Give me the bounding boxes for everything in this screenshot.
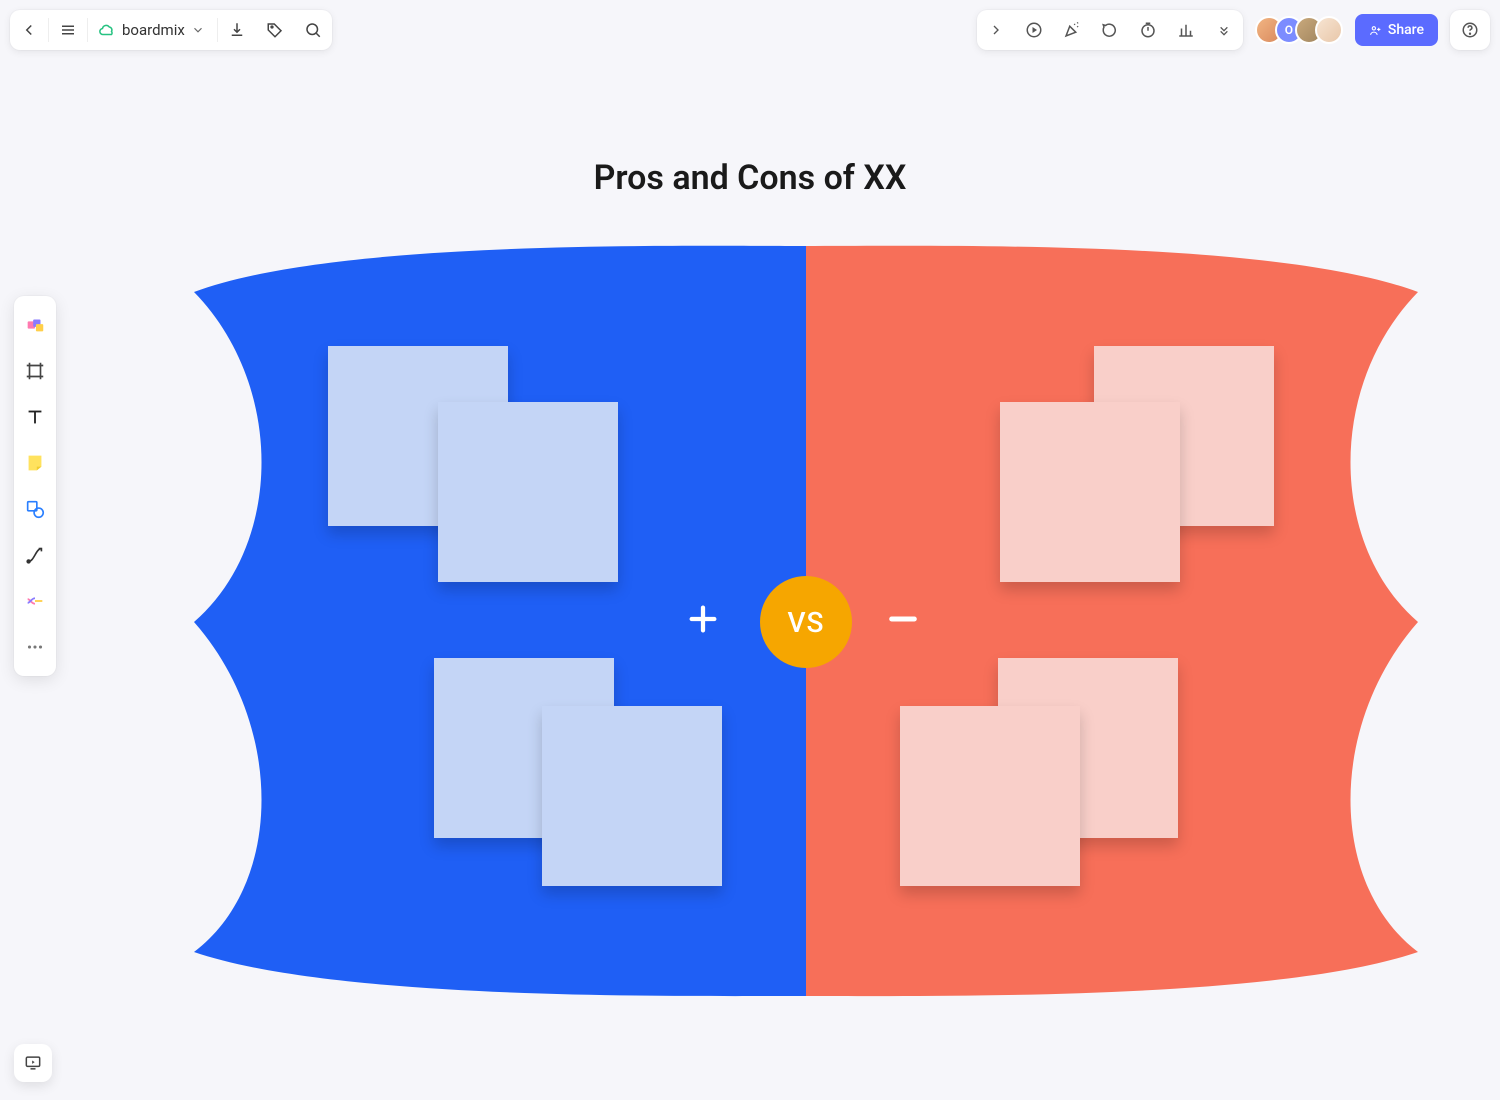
templates-tool[interactable] bbox=[17, 304, 53, 346]
cloud-sync-icon bbox=[98, 21, 116, 39]
minus-icon bbox=[886, 602, 926, 642]
chart-button[interactable] bbox=[1167, 10, 1205, 50]
chevron-down-icon bbox=[191, 23, 205, 37]
expand-button[interactable] bbox=[977, 10, 1015, 50]
comment-button[interactable] bbox=[1091, 10, 1129, 50]
sticky-note-tool[interactable] bbox=[17, 442, 53, 484]
cons-note[interactable] bbox=[1000, 402, 1180, 582]
share-label: Share bbox=[1388, 22, 1424, 38]
export-button[interactable] bbox=[218, 10, 256, 50]
cons-note[interactable] bbox=[900, 706, 1080, 886]
tag-button[interactable] bbox=[256, 10, 294, 50]
back-button[interactable] bbox=[10, 10, 48, 50]
share-button[interactable]: Share bbox=[1355, 14, 1438, 46]
vs-badge[interactable]: VS bbox=[760, 576, 852, 668]
vs-label: VS bbox=[787, 606, 824, 639]
more-tool[interactable] bbox=[17, 626, 53, 668]
more-tools-button[interactable] bbox=[1205, 10, 1243, 50]
canvas-title[interactable]: Pros and Cons of XX bbox=[0, 158, 1500, 198]
share-icon bbox=[1369, 24, 1382, 37]
canvas[interactable]: Pros and Cons of XX VS bbox=[0, 0, 1500, 1100]
left-toolbar bbox=[14, 296, 56, 676]
search-button[interactable] bbox=[294, 10, 332, 50]
mindmap-tool[interactable] bbox=[17, 580, 53, 622]
topbar-left-group: boardmix bbox=[10, 10, 332, 50]
present-button[interactable] bbox=[14, 1044, 52, 1082]
shape-tool[interactable] bbox=[17, 488, 53, 530]
pros-note[interactable] bbox=[542, 706, 722, 886]
topbar-right-tools bbox=[977, 10, 1243, 50]
help-button[interactable] bbox=[1450, 10, 1490, 50]
collaborator-avatars[interactable]: O bbox=[1255, 16, 1343, 44]
plus-icon bbox=[686, 602, 726, 642]
play-button[interactable] bbox=[1015, 10, 1053, 50]
pros-note[interactable] bbox=[438, 402, 618, 582]
timer-button[interactable] bbox=[1129, 10, 1167, 50]
pros-cons-board[interactable]: VS bbox=[194, 244, 1418, 998]
board-name: boardmix bbox=[122, 21, 185, 39]
avatar[interactable] bbox=[1315, 16, 1343, 44]
avatar-initial: O bbox=[1285, 23, 1293, 37]
frame-tool[interactable] bbox=[17, 350, 53, 392]
confetti-button[interactable] bbox=[1053, 10, 1091, 50]
menu-button[interactable] bbox=[49, 10, 87, 50]
connector-tool[interactable] bbox=[17, 534, 53, 576]
board-title-dropdown[interactable]: boardmix bbox=[88, 10, 217, 50]
text-tool[interactable] bbox=[17, 396, 53, 438]
